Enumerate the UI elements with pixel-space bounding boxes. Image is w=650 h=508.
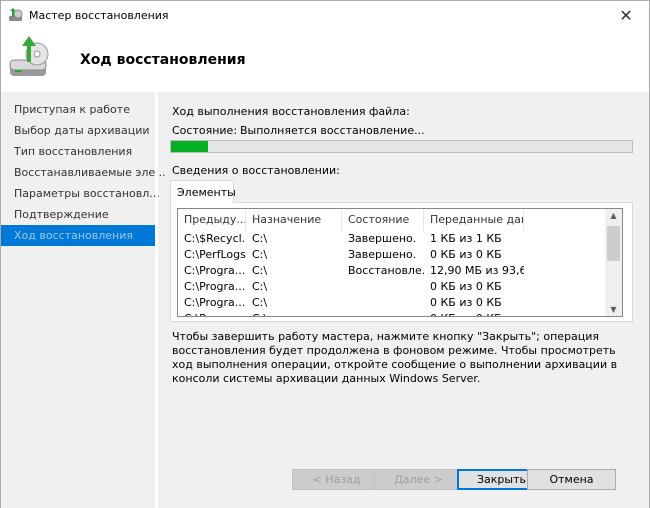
column-header-status[interactable]: Состояние: [342, 209, 424, 231]
nav-step-getting-started[interactable]: Приступая к работе: [1, 99, 155, 120]
cell-source: C:\Progra...: [184, 296, 246, 309]
cell-transferred: 12,90 МБ из 93,68...: [430, 264, 524, 277]
cell-source: C:\$Recycl...: [184, 232, 246, 245]
status-value: Выполняется восстановление...: [240, 124, 425, 137]
column-header-destination[interactable]: Назначение: [246, 209, 342, 231]
cell-source: C:\Recover...: [178, 311, 246, 316]
cell-status: [342, 311, 424, 316]
cell-transferred: 0 КБ из 0 КБ: [424, 311, 524, 316]
items-list[interactable]: Предыду... Назначение Состояние Переданн…: [177, 208, 623, 317]
list-header: Предыду... Назначение Состояние Переданн…: [178, 209, 622, 231]
cell-destination: C:\: [246, 311, 342, 316]
cell-status: Восстановле...: [348, 264, 424, 277]
cell-source: C:\Progra...: [184, 280, 246, 293]
column-header-transferred[interactable]: Переданные дан...: [424, 209, 524, 231]
cell-transferred: 0 КБ из 0 КБ: [430, 248, 502, 261]
cell-status: Завершено.: [348, 248, 417, 261]
next-button[interactable]: Далее >: [374, 469, 463, 490]
status-label: Состояние:: [172, 124, 238, 137]
table-row[interactable]: C:\Progra... C:\ 0 КБ из 0 КБ: [178, 279, 622, 295]
cell-transferred: 0 КБ из 0 КБ: [430, 296, 502, 309]
nav-step-items[interactable]: Восстанавливаемые эле...: [1, 162, 166, 183]
cell-destination: C:\: [252, 296, 268, 309]
nav-step-backup-date[interactable]: Выбор даты архивации: [1, 120, 155, 141]
progress-bar: [170, 140, 633, 153]
cell-destination: C:\: [252, 264, 268, 277]
vertical-scrollbar[interactable]: ▲ ▼: [605, 209, 622, 316]
details-label: Сведения о восстановлении:: [172, 164, 340, 177]
cell-destination: C:\: [252, 248, 268, 261]
nav-step-progress[interactable]: Ход восстановления: [1, 225, 155, 246]
close-window-button[interactable]: ✕: [611, 5, 641, 27]
cell-source: C:\Progra...: [184, 264, 246, 277]
tab-items[interactable]: Элементы: [170, 180, 236, 203]
progress-fill: [171, 141, 208, 152]
wizard-header: Ход восстановления: [0, 30, 650, 92]
table-row[interactable]: C:\Recover...C:\ 0 КБ из 0 КБ: [178, 311, 622, 316]
table-row[interactable]: C:\$Recycl... C:\ Завершено. 1 КБ из 1 КБ: [178, 231, 622, 247]
table-row[interactable]: C:\Progra... C:\ Восстановле... 12,90 МБ из…: [178, 263, 622, 279]
scroll-down-icon[interactable]: ▼: [605, 305, 622, 314]
table-row[interactable]: C:\PerfLogs C:\ Завершено. 0 КБ из 0 КБ: [178, 247, 622, 263]
cell-transferred: 0 КБ из 0 КБ: [430, 280, 502, 293]
cell-source: C:\PerfLogs: [184, 248, 246, 261]
column-header-source[interactable]: Предыду...: [178, 209, 246, 231]
cell-destination: C:\: [252, 232, 268, 245]
title-bar: Мастер восстановления ✕: [0, 0, 650, 30]
wizard-steps: Приступая к работе Выбор даты архивации …: [0, 92, 166, 508]
wizard-content: Ход выполнения восстановления файла: Сос…: [158, 92, 650, 508]
cell-status: [342, 295, 424, 311]
cell-transferred: 1 КБ из 1 КБ: [430, 232, 502, 245]
scroll-up-icon[interactable]: ▲: [605, 211, 622, 220]
cancel-button[interactable]: Отмена: [527, 469, 616, 490]
progress-label: Ход выполнения восстановления файла:: [172, 105, 410, 118]
back-button[interactable]: < Назад: [292, 469, 381, 490]
scroll-thumb[interactable]: [607, 226, 620, 261]
backup-app-icon: [9, 8, 23, 21]
window-title: Мастер восстановления: [29, 9, 169, 22]
cell-destination: C:\: [252, 280, 268, 293]
info-text: Чтобы завершить работу мастера, нажмите …: [172, 330, 618, 385]
restore-drive-icon: [9, 36, 49, 76]
cell-status: [342, 279, 424, 295]
page-title: Ход восстановления: [80, 52, 246, 68]
nav-step-confirmation[interactable]: Подтверждение: [1, 204, 155, 225]
nav-step-recovery-type[interactable]: Тип восстановления: [1, 141, 155, 162]
table-row[interactable]: C:\Progra... C:\ 0 КБ из 0 КБ: [178, 295, 622, 311]
tab-panel: Предыду... Назначение Состояние Переданн…: [170, 202, 633, 322]
cell-status: Завершено.: [348, 232, 417, 245]
nav-step-options[interactable]: Параметры восстановл...: [1, 183, 160, 204]
